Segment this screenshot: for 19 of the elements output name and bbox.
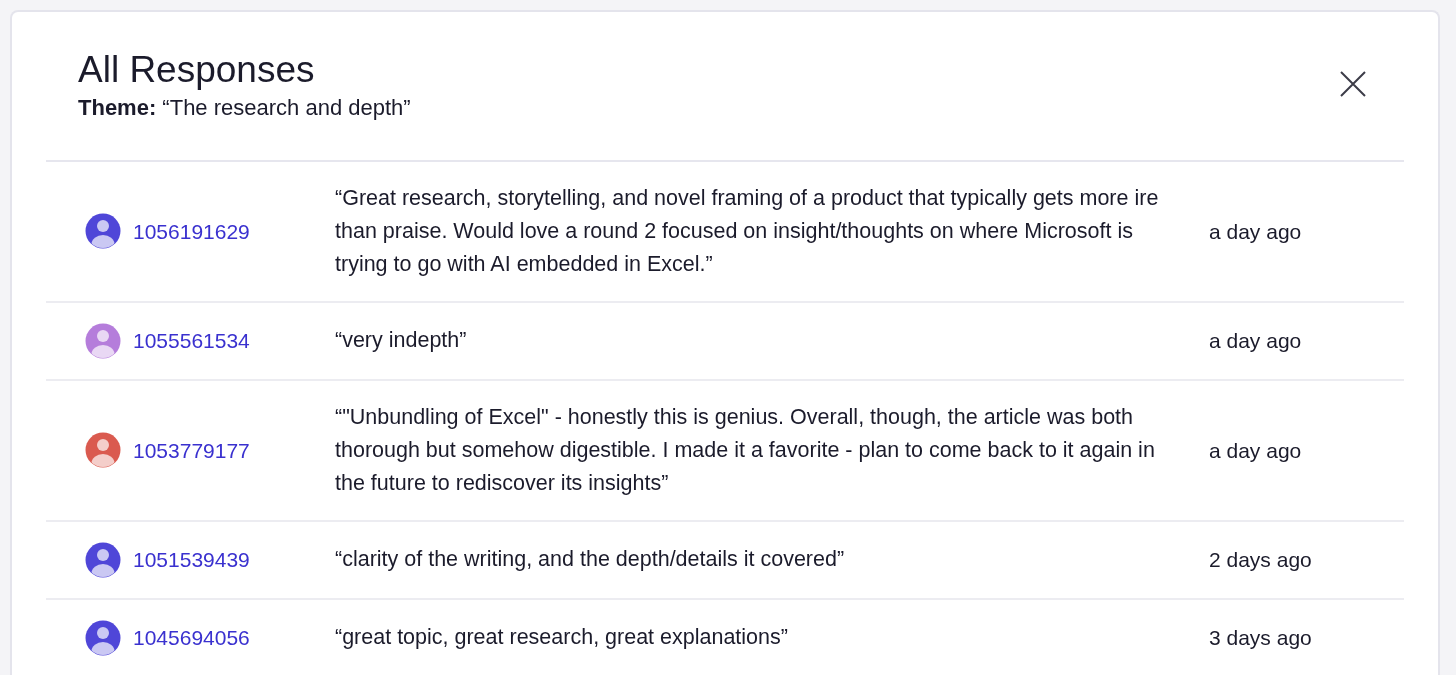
close-button[interactable]: [1340, 71, 1366, 97]
response-time: 3 days ago: [1209, 626, 1312, 650]
response-time: a day ago: [1209, 439, 1302, 462]
response-time: a day ago: [1209, 220, 1302, 243]
response-text: “great topic, great research, great explanations”: [335, 624, 789, 652]
theme-subtitle: Theme: “The research and depth”: [78, 94, 411, 123]
respondent-id-link[interactable]: 1056191629: [133, 215, 250, 248]
response-time: a day ago: [1209, 329, 1302, 353]
dialog-title: All Responses: [78, 48, 316, 92]
respondent-id-link[interactable]: 1053779177: [133, 434, 250, 467]
response-text: “clarity of the writing, and the depth/details it covered”: [335, 546, 846, 574]
close-icon: [1340, 71, 1366, 97]
respondent-id-link[interactable]: 1045694056: [133, 621, 250, 655]
response-text: “"Unbundling of Excel" - honestly this is genius. Overall, though, the article was both thorough but somehow digestible. I made it a favorite - plan to come back to it again in the future to rediscover its insights”: [335, 404, 1156, 497]
respondent-id-link[interactable]: 1055561534: [133, 324, 250, 358]
response-time: 2 days ago: [1209, 548, 1312, 572]
response-text: “Great research, storytelling, and novel framing of a product that typically gets more ire than praise. Would love a round 2 focused on insight/thoughts on where Microsoft is trying to go with AI embedded in Excel.”: [335, 185, 1160, 278]
response-text: “very indepth”: [335, 327, 468, 355]
respondent-id-link[interactable]: 1051539439: [133, 543, 250, 577]
